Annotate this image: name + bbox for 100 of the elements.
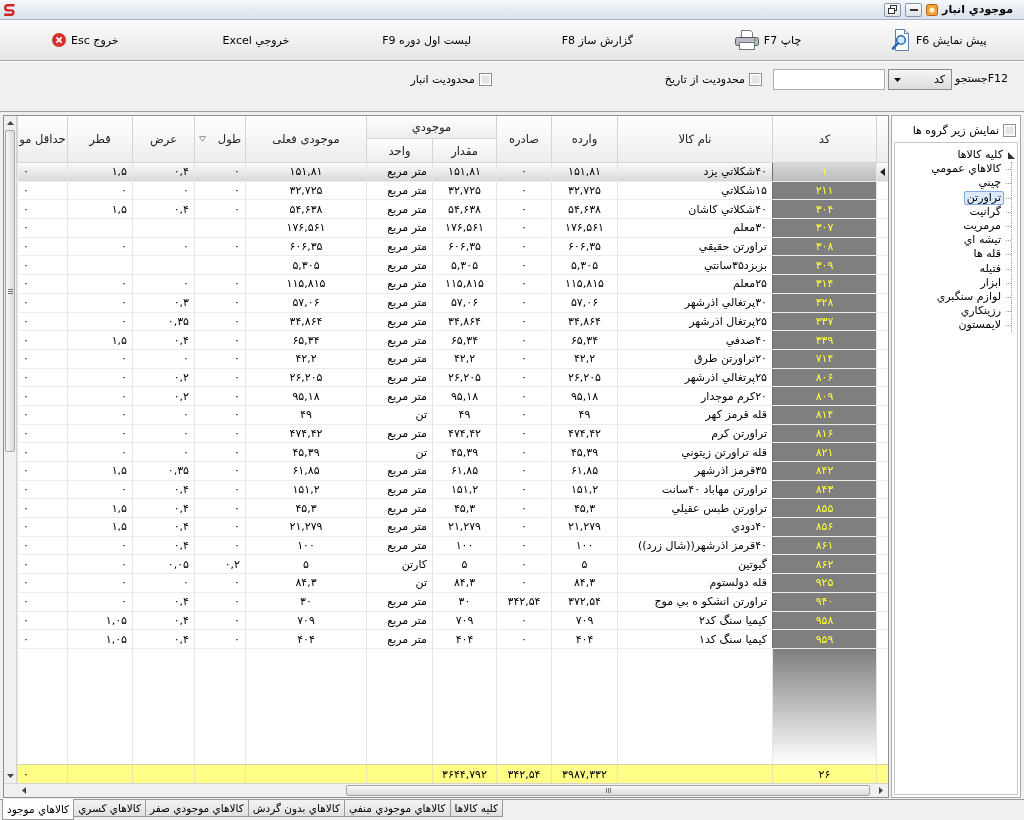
arrow-down-icon[interactable] (6, 774, 14, 778)
column-header[interactable]: طول (194, 116, 245, 163)
toolbar-button[interactable]: خروجي Excel (218, 31, 294, 49)
table-row[interactable]: ۳۱۴ ۲۵معلم ۱۱۵,۸۱۵ ۰ ۱۱۵,۸۱۵ متر مربع ۱۱۵,۸۱۵ ۰ ۰ ۰ ۰ (17, 275, 888, 294)
table-cell: ۱,۵ (67, 462, 132, 480)
column-header[interactable]: وارده (551, 116, 617, 163)
table-row[interactable]: ۱ ۴۰شکلاتي يزد ۱۵۱,۸۱ ۰ ۱۵۱,۸۱ متر مربع ۱۵۱,۸۱ ۰ ۰,۴ ۱,۵ ۰ (17, 163, 888, 182)
table-row[interactable]: ۳۰۹ بزبزد۳۵سانتي ۵,۳۰۵ ۰ ۵,۳۰۵ متر مربع ۵,۳۰۵ ۰ (17, 256, 888, 276)
table-cell: ۰,۴ (132, 630, 194, 648)
toolbar-button[interactable]: پیش نمایش F6 (886, 27, 991, 53)
checkbox-label[interactable]: نمایش زیر گروه ها (912, 124, 999, 137)
toolbar-button[interactable]: لیست اول دوره F9 (378, 31, 476, 49)
column-header[interactable]: مقدار (432, 139, 496, 163)
table-cell: ۰ (194, 237, 245, 256)
checkbox[interactable] (748, 73, 762, 86)
code-cell: ۱ (772, 163, 876, 181)
code-cell: ۸۰۹ (772, 387, 876, 405)
tree-item[interactable]: کلیه کالاها (954, 148, 1006, 163)
tree-item[interactable]: گرانيت (966, 204, 1004, 219)
tree-item[interactable]: لوازم سنگبري (933, 289, 1004, 304)
checkbox[interactable] (1003, 124, 1016, 137)
caret-icon[interactable] (198, 136, 206, 142)
table-cell: متر مربع (366, 163, 432, 181)
search-by-dropdown[interactable]: کد (887, 69, 952, 90)
column-header[interactable]: حداقل مو (17, 116, 67, 163)
table-cell: کيميا سنگ کد۱ (617, 630, 772, 648)
table-row[interactable]: ۸۴۲ ۳۵قرمز اذرشهر ۶۱,۸۵ ۰ ۶۱,۸۵ متر مربع ۶۱,۸۵ ۰ ۰,۳۵ ۱,۵ ۰ (17, 462, 888, 481)
table-row[interactable]: ۹۲۵ قله دولستوم ۸۴,۳ ۰ ۸۴,۳ تن ۸۴,۳ ۰ ۰ ۰ ۰ (17, 574, 888, 593)
row-pointer-icon (880, 167, 885, 176)
scrollbar-thumb[interactable] (346, 785, 870, 796)
code-cell: ۸۲۱ (772, 443, 876, 461)
tree-item[interactable]: تيشه اي (960, 233, 1004, 248)
table-row[interactable]: ۹۵۹ کيميا سنگ کد۱ ۴۰۴ ۰ ۴۰۴ متر مربع ۴۰۴ ۰ ۰,۴ ۱,۰۵ ۰ (17, 630, 888, 649)
table-cell: ۴۲,۲ (245, 349, 366, 368)
table-cell: ۴۹ (245, 405, 366, 424)
arrow-left-icon[interactable] (22, 787, 26, 794)
arrow-up-icon[interactable] (6, 121, 14, 125)
checkbox-label[interactable]: محدوديت از تاريخ (664, 73, 745, 86)
search-input[interactable] (772, 69, 885, 90)
table-cell: ۰ (67, 443, 132, 461)
arrow-right-icon[interactable] (879, 787, 883, 794)
table-row[interactable]: ۸۶۲ گيوتين ۵ ۰ ۵ کارتن ۵ ۰,۲ ۰,۰۵ ۰ ۰ (17, 555, 888, 575)
table-cell: ۸۴,۳ (432, 574, 496, 592)
tree-item[interactable]: کالاهاي عمومي (928, 162, 1004, 177)
table-cell: ۰ (194, 200, 245, 219)
search-label: F12جستجو (954, 71, 1008, 85)
tab[interactable]: کالاهاي بدون گردش (247, 800, 345, 817)
table-cell: گيوتين (617, 555, 772, 574)
table-row[interactable]: ۳۳۹ ۴۰صدفي ۶۵,۳۴ ۰ ۶۵,۳۴ متر مربع ۶۵,۳۴ ۰ ۰,۴ ۱,۵ ۰ (17, 331, 888, 350)
table-row[interactable]: ۸۰۹ ۲۰کرم موجدار ۹۵,۱۸ ۰ ۹۵,۱۸ متر مربع ۹۵,۱۸ ۰ ۰,۲ ۰ ۰ (17, 387, 888, 406)
toolbar-button[interactable]: چاپ F7 (730, 28, 806, 52)
vertical-scrollbar[interactable] (4, 116, 17, 783)
table-row[interactable]: ۸۵۵ تراورتن طبس عقيلي ۴۵,۳ ۰ ۴۵,۳ متر مربع ۴۵,۳ ۰ ۰,۴ ۱,۵ ۰ (17, 499, 888, 519)
toolbar-button[interactable]: خروج Esc (48, 31, 123, 49)
checkbox[interactable] (478, 73, 492, 86)
tree-item[interactable]: قله ها (970, 247, 1004, 262)
horizontal-scrollbar[interactable] (17, 783, 888, 797)
table-cell: ۰ (496, 405, 551, 424)
table-cell: ۳۲,۷۲۵ (551, 181, 617, 200)
column-header[interactable]: موجودی فعلی (245, 116, 366, 163)
table-row[interactable]: ۳۰۴ ۴۰شکلاتي کاشان ۵۴,۶۳۸ ۰ ۵۴,۶۳۸ متر مربع ۵۴,۶۳۸ ۰ ۰,۴ ۱,۵ ۰ (17, 200, 888, 220)
table-cell: تراورتن مهاباد ۴۰سانت (617, 480, 772, 499)
tree-item[interactable]: تراورتن (963, 190, 1004, 205)
table-cell: ۵۴,۶۳۸ (551, 200, 617, 219)
table-cell: ۰ (194, 181, 245, 200)
table-cell: ۶۵,۳۴ (551, 331, 617, 349)
column-header[interactable]: قطر (67, 116, 132, 163)
table-header-corner (876, 116, 888, 163)
table-row[interactable]: ۳۰۷ ۳۰معلم ۱۷۶,۵۶۱ ۰ ۱۷۶,۵۶۱ متر مربع ۱۷۶,۵۶۱ ۰ (17, 219, 888, 238)
tree-item[interactable]: چيني (975, 176, 1004, 191)
column-header[interactable]: صادره (496, 116, 551, 163)
tree-item[interactable]: مرمريت (960, 219, 1004, 234)
table-cell: ۴۲,۲ (551, 349, 617, 368)
table-cell: ۵۷,۰۶ (245, 293, 366, 312)
table-cell: متر مربع (366, 275, 432, 293)
toolbar-button[interactable]: گزارش ساز F8 (557, 31, 637, 49)
table-cell: ۴۷۴,۴۲ (245, 424, 366, 443)
table-row[interactable]: ۸۵۶ ۴۰دودي ۲۱,۲۷۹ ۰ ۲۱,۲۷۹ متر مربع ۲۱,۲۷۹ ۰ ۰,۴ ۱,۵ ۰ (17, 518, 888, 537)
expander-icon[interactable] (1008, 152, 1015, 160)
column-header[interactable]: نام کالا (617, 116, 772, 163)
restore-button[interactable] (884, 2, 902, 17)
column-header[interactable]: عرض (132, 116, 194, 163)
minimize-button[interactable] (905, 2, 923, 17)
table-cell: ۰ (132, 405, 194, 424)
table-cell: ۱۵۱,۲ (245, 480, 366, 499)
table-cell: متر مربع (366, 331, 432, 349)
checkbox-label[interactable]: محدوديت انبار (410, 73, 475, 86)
tab[interactable]: کلیه کالاها (449, 800, 504, 817)
column-header[interactable]: واحد (366, 139, 432, 163)
tree-item[interactable]: رزينکاري (957, 304, 1004, 319)
column-header[interactable]: کد (772, 116, 876, 163)
tree-item[interactable]: فتيله (976, 261, 1004, 276)
tab[interactable]: کالاهاي موجود (2, 799, 75, 820)
table-row[interactable]: ۸۲۱ قله تراورتن زيتوني ۴۵,۳۹ ۰ ۴۵,۳۹ تن ۴۵,۳۹ ۰ ۰ ۰ ۰ (17, 443, 888, 462)
tree-item[interactable]: لايمستون (955, 318, 1004, 333)
scrollbar-thumb[interactable] (5, 130, 15, 452)
tree-item[interactable]: ابزار (977, 275, 1004, 290)
table-cell: ۳۷۲,۵۴ (551, 592, 617, 611)
table-cell: ۳۵قرمز اذرشهر (617, 462, 772, 480)
table-cell: ۱۰۰ (245, 536, 366, 555)
